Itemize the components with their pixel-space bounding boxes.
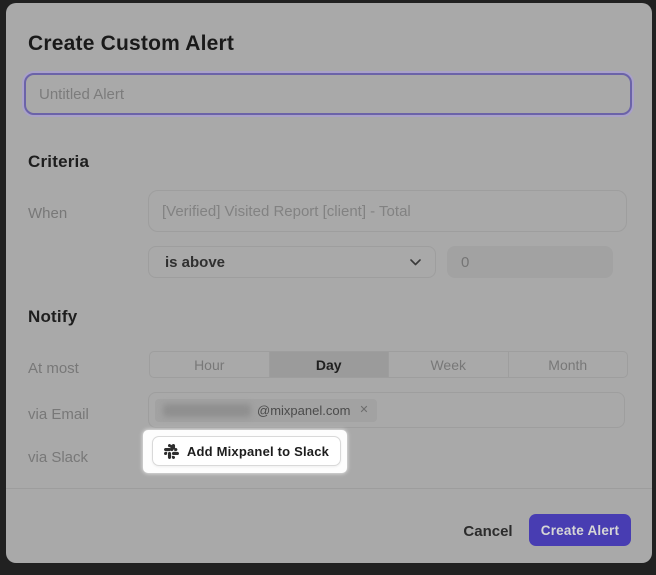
via-slack-label: via Slack	[28, 449, 88, 466]
alert-name-input[interactable]	[24, 73, 632, 115]
condition-dropdown[interactable]: is above	[148, 246, 436, 278]
frequency-option-hour[interactable]: Hour	[150, 352, 270, 377]
dialog-title: Create Custom Alert	[28, 32, 234, 56]
create-custom-alert-dialog: Create Custom Alert Criteria When [Verif…	[6, 3, 652, 563]
cancel-button[interactable]: Cancel	[452, 517, 524, 545]
redacted-email-username	[163, 404, 251, 417]
create-alert-button[interactable]: Create Alert	[529, 514, 631, 546]
event-select-field[interactable]: [Verified] Visited Report [client] - Tot…	[148, 190, 627, 232]
remove-email-icon[interactable]: ✕	[359, 405, 368, 416]
at-most-label: At most	[28, 360, 79, 377]
frequency-option-week[interactable]: Week	[389, 352, 509, 377]
slack-icon	[164, 444, 179, 459]
frequency-segmented-control: Hour Day Week Month	[149, 351, 628, 378]
event-placeholder: [Verified] Visited Report [client] - Tot…	[162, 203, 411, 220]
frequency-option-day[interactable]: Day	[270, 352, 390, 377]
via-email-label: via Email	[28, 406, 89, 423]
threshold-input[interactable]	[447, 246, 613, 278]
notify-heading: Notify	[28, 307, 77, 327]
chevron-down-icon	[410, 259, 421, 266]
email-recipients-field[interactable]: @mixpanel.com ✕	[148, 392, 625, 428]
add-mixpanel-to-slack-button[interactable]: Add Mixpanel to Slack	[152, 436, 341, 466]
criteria-heading: Criteria	[28, 152, 89, 172]
condition-selected-value: is above	[165, 254, 410, 271]
when-label: When	[28, 205, 67, 222]
slack-button-label: Add Mixpanel to Slack	[187, 444, 329, 459]
frequency-option-month[interactable]: Month	[509, 352, 628, 377]
footer-divider	[6, 488, 652, 489]
slack-button-spotlight: Add Mixpanel to Slack	[143, 430, 347, 473]
email-domain: @mixpanel.com	[257, 403, 350, 418]
email-chip: @mixpanel.com ✕	[155, 399, 377, 422]
